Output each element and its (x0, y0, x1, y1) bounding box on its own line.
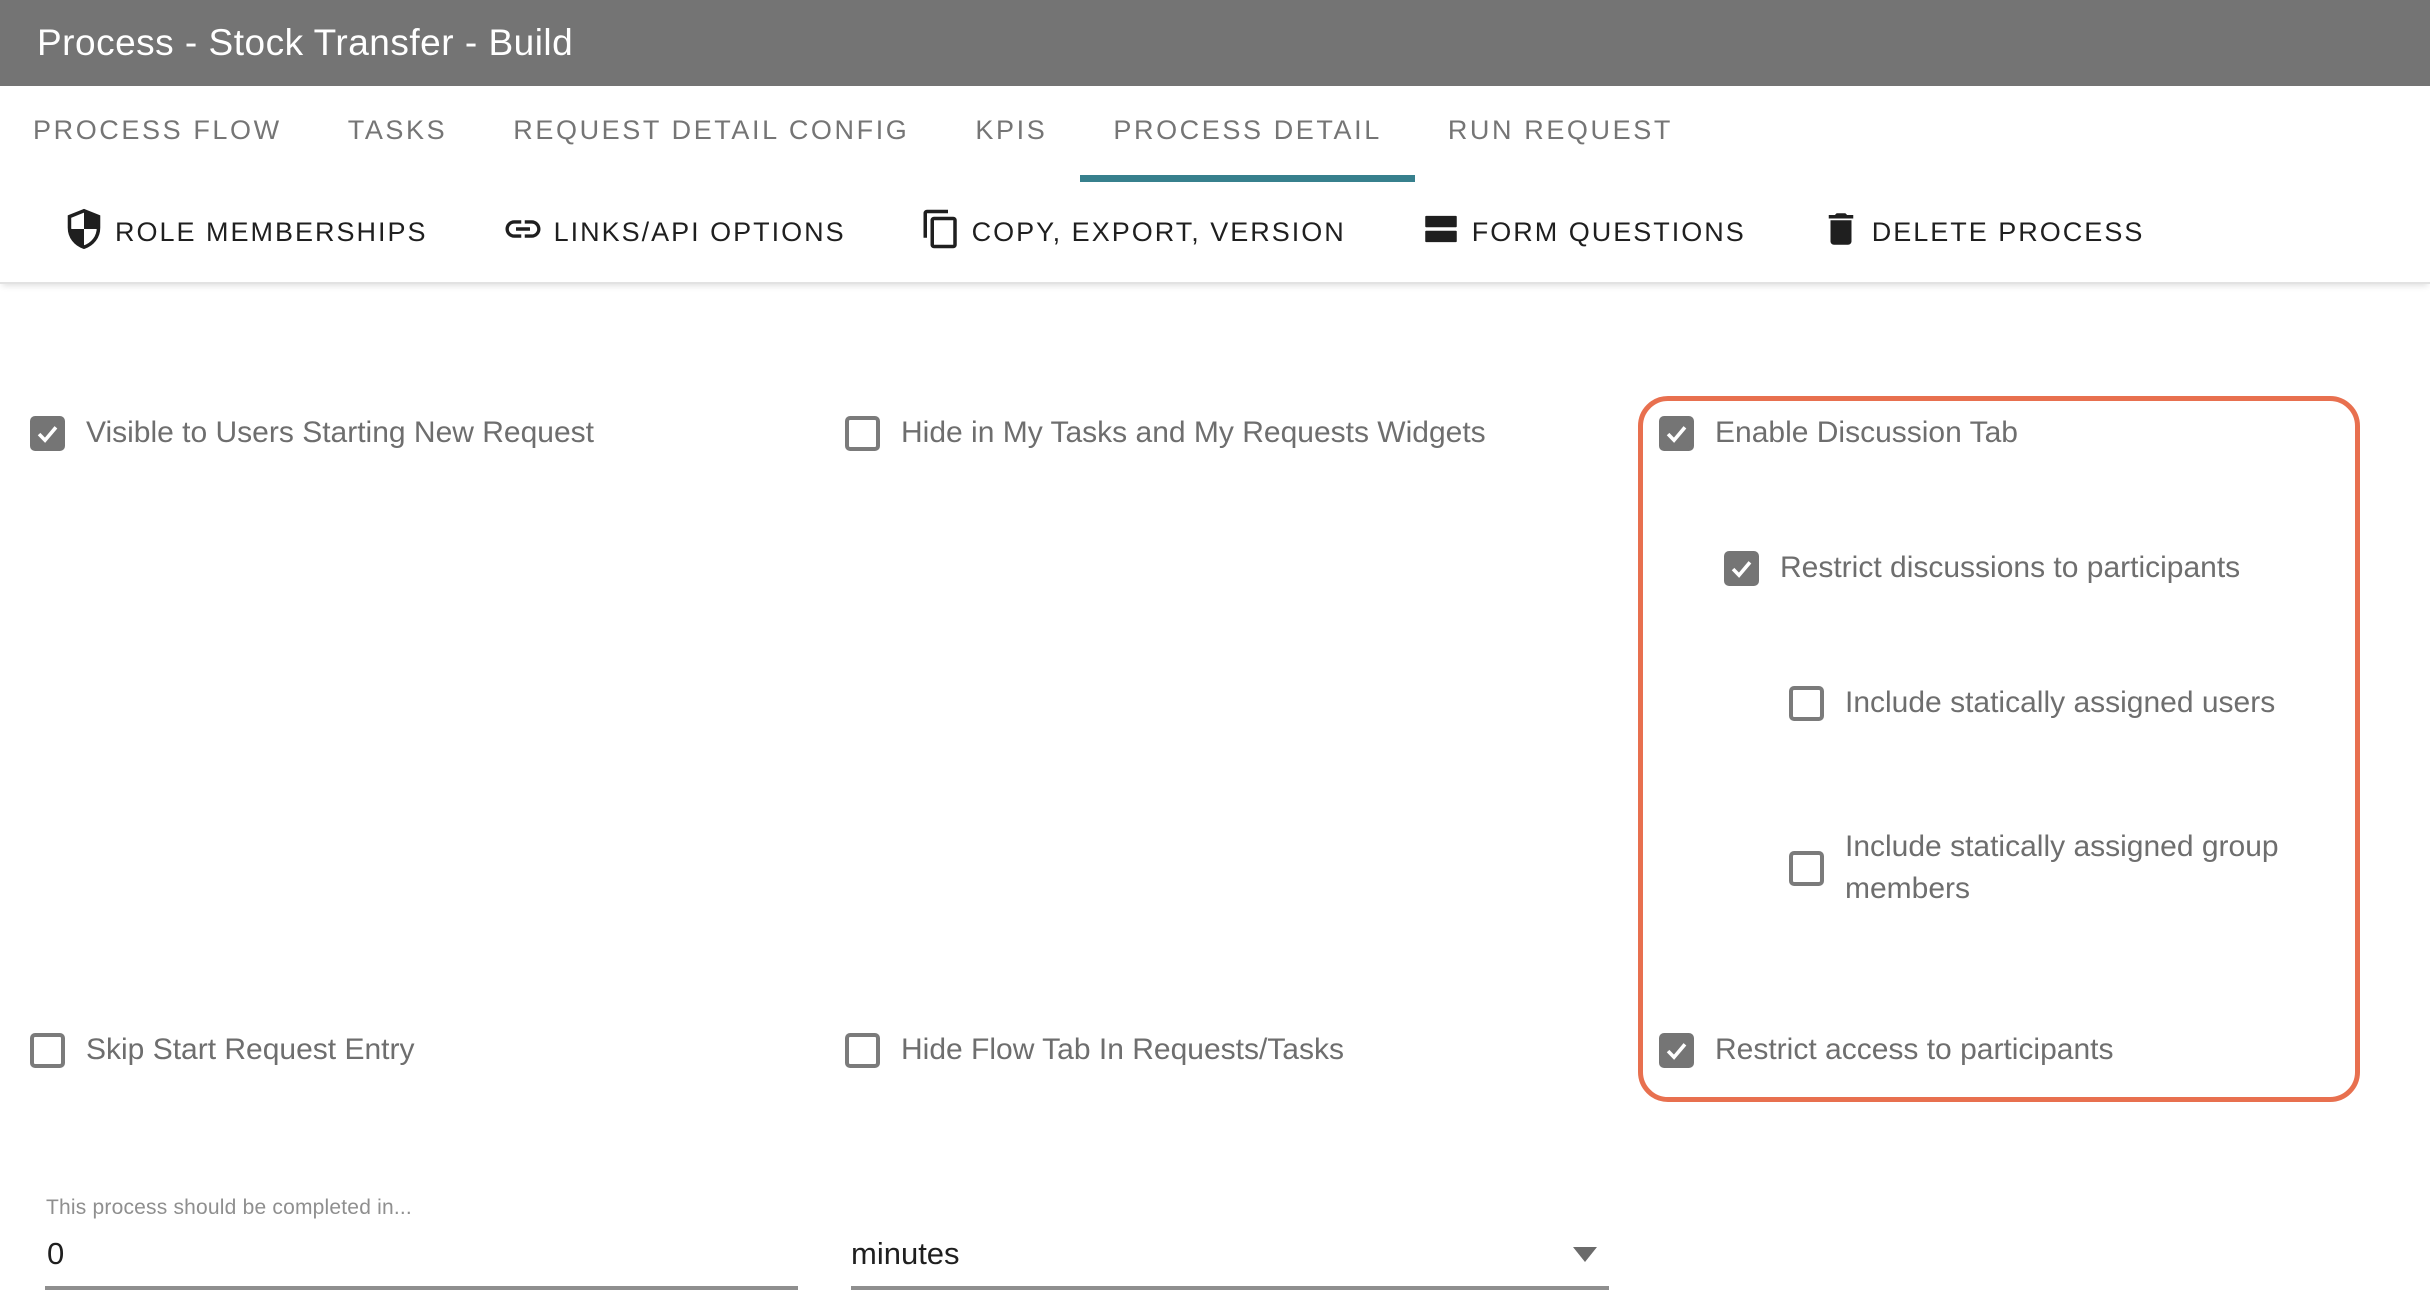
process-detail-page: Process - Stock Transfer - Build PROCESS… (0, 0, 2430, 1308)
role-memberships-button[interactable]: ROLE MEMBERSHIPS (63, 208, 428, 257)
trash-icon (1820, 208, 1862, 257)
process-actions-toolbar: ROLE MEMBERSHIPS LINKS/API OPTIONS COPY,… (0, 182, 2430, 284)
checkbox-box (845, 1033, 880, 1068)
copy-export-version-label: COPY, EXPORT, VERSION (972, 217, 1346, 248)
link-icon (502, 208, 544, 257)
checkbox-restrict-discussions[interactable]: Restrict discussions to participants (1724, 547, 2240, 589)
completion-unit-select[interactable]: minutes (851, 1232, 1609, 1290)
checkbox-box (1724, 551, 1759, 586)
shield-icon (63, 208, 105, 257)
checkbox-box (1659, 416, 1694, 451)
checkbox-box (1789, 851, 1824, 886)
checkbox-include-static-users[interactable]: Include statically assigned users (1789, 682, 2275, 724)
checkbox-skip-start-request[interactable]: Skip Start Request Entry (30, 1029, 414, 1071)
tab-process-detail[interactable]: PROCESS DETAIL (1080, 86, 1414, 182)
checkbox-label: Restrict discussions to participants (1780, 547, 2240, 589)
checkbox-visible-to-users[interactable]: Visible to Users Starting New Request (30, 412, 594, 454)
checkbox-label: Enable Discussion Tab (1715, 412, 2018, 454)
links-api-options-button[interactable]: LINKS/API OPTIONS (502, 208, 846, 257)
completion-time-label: This process should be completed in... (46, 1196, 412, 1220)
chevron-down-icon (1573, 1247, 1597, 1262)
tab-request-detail-config[interactable]: REQUEST DETAIL CONFIG (480, 86, 942, 182)
page-title: Process - Stock Transfer - Build (37, 22, 573, 64)
checkbox-box (1789, 686, 1824, 721)
checkbox-box (30, 416, 65, 451)
app-header: Process - Stock Transfer - Build (0, 0, 2430, 86)
completion-unit-value: minutes (851, 1236, 960, 1272)
checkbox-box (1659, 1033, 1694, 1068)
checkbox-restrict-access[interactable]: Restrict access to participants (1659, 1029, 2113, 1071)
tab-bar: PROCESS FLOW TASKS REQUEST DETAIL CONFIG… (0, 86, 2430, 182)
copy-icon (920, 208, 962, 257)
tab-run-request[interactable]: RUN REQUEST (1415, 86, 1706, 182)
checkbox-label: Include statically assigned users (1845, 682, 2275, 724)
copy-export-version-button[interactable]: COPY, EXPORT, VERSION (920, 208, 1346, 257)
checkbox-hide-widgets[interactable]: Hide in My Tasks and My Requests Widgets (845, 412, 1486, 454)
tab-process-flow[interactable]: PROCESS FLOW (0, 86, 315, 182)
delete-process-label: DELETE PROCESS (1872, 217, 2145, 248)
checkbox-hide-flow-tab[interactable]: Hide Flow Tab In Requests/Tasks (845, 1029, 1344, 1071)
links-api-options-label: LINKS/API OPTIONS (554, 217, 846, 248)
form-questions-button[interactable]: FORM QUESTIONS (1420, 208, 1746, 257)
tab-tasks[interactable]: TASKS (315, 86, 481, 182)
checkbox-label: Hide Flow Tab In Requests/Tasks (901, 1029, 1344, 1071)
checkbox-box (30, 1033, 65, 1068)
checkbox-include-static-group-members[interactable]: Include statically assigned group member… (1789, 826, 2345, 910)
checkbox-box (845, 416, 880, 451)
completion-duration-input[interactable] (45, 1232, 798, 1290)
form-rows-icon (1420, 208, 1462, 257)
checkbox-label: Skip Start Request Entry (86, 1029, 414, 1071)
checkbox-label: Include statically assigned group member… (1845, 826, 2345, 910)
checkbox-enable-discussion[interactable]: Enable Discussion Tab (1659, 412, 2018, 454)
role-memberships-label: ROLE MEMBERSHIPS (115, 217, 428, 248)
form-questions-label: FORM QUESTIONS (1472, 217, 1746, 248)
checkbox-label: Visible to Users Starting New Request (86, 412, 594, 454)
checkbox-label: Restrict access to participants (1715, 1029, 2113, 1071)
delete-process-button[interactable]: DELETE PROCESS (1820, 208, 2145, 257)
tab-kpis[interactable]: KPIS (942, 86, 1080, 182)
discussion-settings-highlight-outline (1638, 396, 2360, 1102)
checkbox-label: Hide in My Tasks and My Requests Widgets (901, 412, 1486, 454)
